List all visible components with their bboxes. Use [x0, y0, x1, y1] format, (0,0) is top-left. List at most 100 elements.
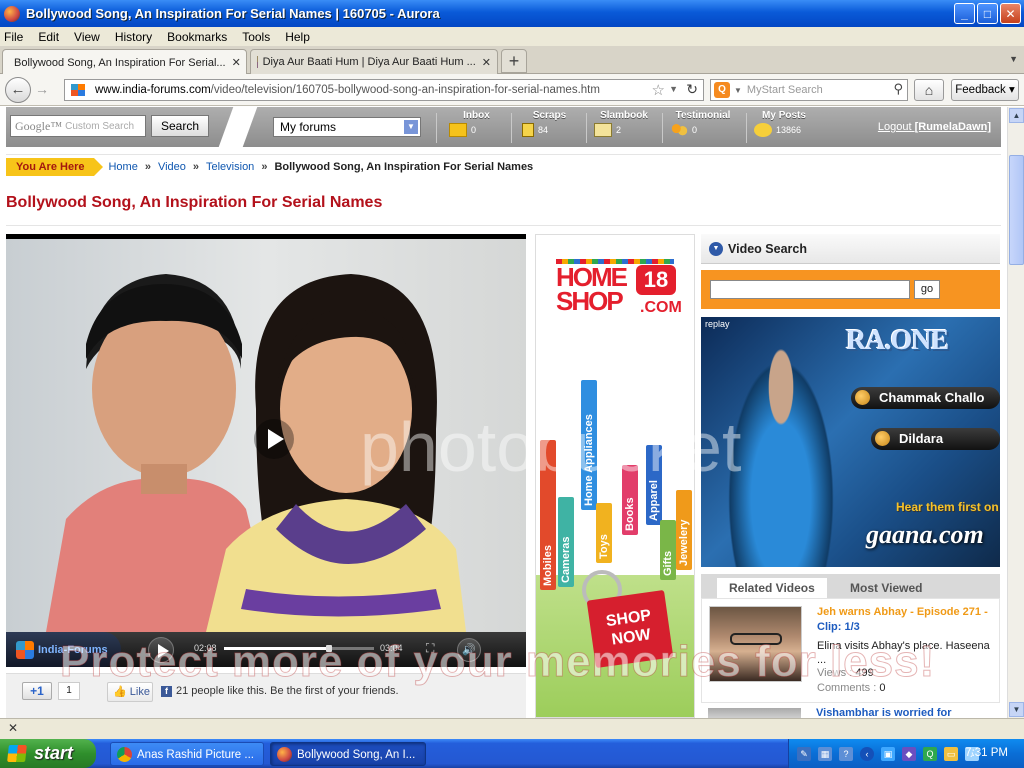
related-video-title[interactable]: Jeh warns Abhay - Episode 271 - Clip: 1/3 — [817, 605, 997, 635]
google-plus-one-button[interactable]: +1 — [22, 682, 52, 700]
close-find-bar-icon[interactable]: ✕ — [8, 721, 18, 735]
url-history-chevron-down-icon[interactable]: ▼ — [669, 84, 678, 94]
logo-shop: SHOP — [556, 286, 624, 316]
url-path: /video/television/160705-bollywood-song-… — [210, 84, 600, 96]
close-window-button[interactable]: ✕ — [1000, 3, 1021, 24]
breadcrumb: You Are Here Home » Video » Television »… — [6, 157, 533, 177]
stat-scraps[interactable]: Scraps 84 — [522, 110, 577, 137]
tray-q-icon[interactable]: Q — [923, 746, 937, 761]
video-search-go-button[interactable]: go — [914, 280, 940, 299]
menu-view[interactable]: View — [74, 30, 100, 44]
tab-related-videos[interactable]: Related Videos — [717, 578, 827, 598]
tray-tool-icon[interactable]: ✎ — [797, 746, 811, 761]
stat-slambook[interactable]: Slambook 2 — [594, 110, 654, 137]
close-tab-icon[interactable]: ✕ — [482, 56, 491, 69]
stat-label: Inbox — [463, 110, 490, 121]
google-search-button[interactable]: Search — [151, 115, 209, 137]
breadcrumb-television[interactable]: Television — [206, 161, 254, 173]
stat-testimonial[interactable]: Testimonial 0 — [670, 110, 736, 137]
site-top-bar: Google™ Custom Search Search My forums ▼… — [6, 107, 1001, 147]
maximize-button[interactable]: □ — [977, 3, 998, 24]
tray-app-icon[interactable]: ◆ — [902, 746, 916, 761]
search-bar[interactable]: Q ▼ MyStart Search ⚲ — [710, 79, 908, 101]
stat-my-posts[interactable]: My Posts 13866 — [754, 110, 814, 137]
bookmark-star-icon[interactable]: ☆ — [652, 81, 665, 99]
breadcrumb-home[interactable]: Home — [108, 161, 137, 173]
big-play-icon[interactable] — [254, 419, 294, 459]
breadcrumb-video[interactable]: Video — [158, 161, 186, 173]
breadcrumb-current: Bollywood Song, An Inspiration For Seria… — [274, 161, 534, 173]
back-button[interactable]: ← — [5, 77, 31, 103]
gaana-logo: gaana.com — [866, 520, 984, 549]
window-controls: _ □ ✕ — [954, 3, 1021, 24]
tray-expand-chevron-icon[interactable]: ‹ — [860, 746, 874, 761]
site-identity-icon[interactable] — [71, 84, 85, 96]
my-forums-select[interactable]: My forums ▼ — [273, 117, 421, 137]
url-bar[interactable]: www.india-forums.com/video/television/16… — [64, 79, 704, 101]
mystart-search-engine-icon[interactable]: Q — [714, 82, 730, 98]
reload-icon[interactable]: ↻ — [686, 81, 698, 98]
video-search-header[interactable]: ▼ Video Search — [701, 234, 1000, 264]
chevron-down-icon[interactable]: ▼ — [709, 242, 723, 256]
magnifier-icon[interactable]: ⚲ — [893, 81, 903, 97]
my-forums-selected: My forums — [280, 120, 337, 134]
stat-label: My Posts — [762, 110, 806, 121]
search-engine-chevron-down-icon[interactable]: ▼ — [734, 86, 742, 95]
ad-replay-link[interactable]: replay — [705, 319, 730, 329]
chevron-down-icon[interactable]: ▼ — [404, 120, 418, 134]
start-button[interactable]: start — [0, 739, 96, 768]
ad-title: RA.ONE — [846, 325, 949, 356]
india-forums-logo-icon — [16, 640, 34, 659]
menu-edit[interactable]: Edit — [38, 30, 59, 44]
stat-label: Testimonial — [675, 110, 731, 121]
scroll-thumb[interactable] — [1009, 155, 1024, 265]
taskbar-item-chrome[interactable]: Anas Rashid Picture ... — [110, 742, 264, 766]
forward-button[interactable]: → — [35, 81, 49, 97]
page-scrollbar[interactable]: ▲ ▼ — [1007, 107, 1024, 718]
menu-help[interactable]: Help — [285, 30, 310, 44]
tray-computers-icon[interactable]: ▣ — [881, 746, 895, 761]
google-search-placeholder: Custom Search — [65, 120, 135, 132]
google-custom-search-input[interactable]: Google™ Custom Search — [10, 115, 146, 137]
tab-label: Bollywood Song, An Inspiration For Seria… — [14, 56, 226, 69]
menu-file[interactable]: File — [4, 30, 23, 44]
logout-link[interactable]: Logout [RumelaDawn] — [878, 121, 991, 133]
taskbar-item-aurora[interactable]: Bollywood Song, An I... — [270, 742, 426, 766]
taskbar-clock[interactable]: 7:31 PM — [965, 739, 1008, 768]
tab-most-viewed[interactable]: Most Viewed — [838, 578, 934, 598]
scroll-down-arrow-icon[interactable]: ▼ — [1009, 702, 1024, 717]
tray-folder-icon[interactable]: ▭ — [944, 746, 958, 761]
tray-help-icon[interactable]: ? — [839, 746, 853, 761]
breadcrumb-separator-icon: » — [261, 161, 268, 173]
home-button[interactable]: ⌂ — [914, 79, 944, 101]
start-label: start — [34, 743, 74, 763]
related-video-item[interactable]: Vishambhar is worried for — [701, 704, 1000, 718]
stat-inbox[interactable]: Inbox 0 — [449, 110, 504, 137]
tab-list-chevron-down-icon[interactable]: ▼ — [1009, 54, 1018, 64]
menu-bookmarks[interactable]: Bookmarks — [167, 30, 227, 44]
tray-network-icon[interactable]: ▦ — [818, 746, 832, 761]
menu-history[interactable]: History — [115, 30, 152, 44]
menu-tools[interactable]: Tools — [242, 30, 270, 44]
song-chammak-challo[interactable]: Chammak Challo — [851, 387, 1000, 409]
video-search-input[interactable] — [710, 280, 910, 299]
song-dildara[interactable]: Dildara — [871, 428, 1000, 450]
feedback-button[interactable]: Feedback ▾ — [951, 79, 1019, 101]
people-icon — [670, 123, 688, 137]
you-are-here-label: You Are Here — [6, 158, 104, 176]
logo-com: .COM — [640, 299, 682, 316]
tab-bollywood-song[interactable]: Bollywood Song, An Inspiration For Seria… — [2, 49, 247, 75]
new-tab-button[interactable]: + — [501, 49, 527, 73]
minimize-button[interactable]: _ — [954, 3, 975, 24]
tab-diya-aur-baati-hum[interactable]: Diya Aur Baati Hum | Diya Aur Baati Hum … — [250, 49, 498, 74]
video-search-panel: go — [701, 270, 1000, 309]
stat-label: Slambook — [600, 110, 648, 121]
related-video-thumbnail[interactable] — [708, 708, 801, 718]
bag-jewelery: Jewelery — [676, 490, 692, 570]
raone-ad[interactable]: replay RA.ONE Chammak Challo Dildara Hea… — [701, 317, 1000, 567]
close-tab-icon[interactable]: ✕ — [232, 56, 241, 69]
like-label: Like — [129, 686, 150, 698]
related-video-title[interactable]: Vishambhar is worried for — [816, 707, 952, 718]
related-tabs-bar: Related Videos Most Viewed — [701, 574, 1000, 598]
scroll-up-arrow-icon[interactable]: ▲ — [1009, 108, 1024, 123]
